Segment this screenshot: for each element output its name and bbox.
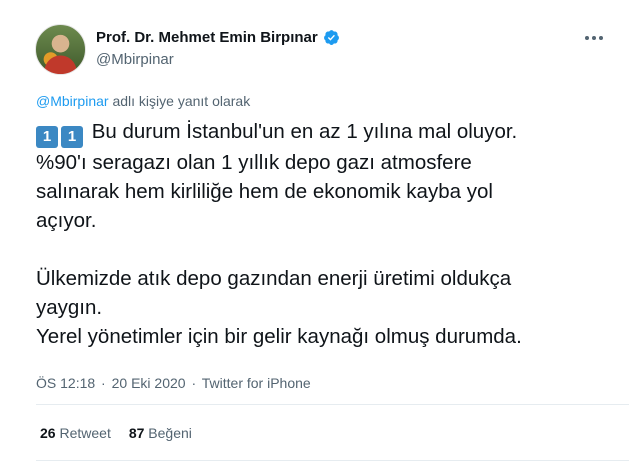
dot bbox=[599, 36, 603, 40]
dot bbox=[592, 36, 596, 40]
tweet-source[interactable]: Twitter for iPhone bbox=[202, 375, 311, 391]
tweet-text: 11 Bu durum İstanbul'un en az 1 yılına m… bbox=[36, 117, 616, 351]
like-count[interactable]: 87 Beğeni bbox=[129, 425, 192, 441]
verified-badge-icon bbox=[323, 30, 339, 45]
tweet-line: %90'ı seragazı olan 1 yıllık depo gazı a… bbox=[36, 151, 472, 174]
like-label: Beğeni bbox=[148, 425, 192, 441]
retweet-label: Retweet bbox=[59, 425, 111, 441]
separator: · bbox=[191, 375, 197, 391]
author-handle[interactable]: @Mbirpinar bbox=[96, 51, 174, 68]
avatar[interactable] bbox=[35, 24, 86, 75]
retweet-number: 26 bbox=[40, 425, 56, 441]
dot bbox=[585, 36, 589, 40]
divider bbox=[36, 460, 629, 461]
keycap-one-icon: 1 bbox=[61, 126, 83, 148]
tweet-line: açıyor. bbox=[36, 209, 97, 232]
reply-context-text: adlı kişiye yanıt olarak bbox=[112, 93, 251, 109]
divider bbox=[36, 404, 629, 405]
reply-context: @Mbirpinar adlı kişiye yanıt olarak bbox=[36, 93, 250, 109]
tweet-line: Ülkemizde atık depo gazından enerji üret… bbox=[36, 267, 512, 290]
retweet-count[interactable]: 26 Retweet bbox=[40, 425, 111, 441]
more-options-icon[interactable] bbox=[582, 28, 606, 48]
tweet-detail: Prof. Dr. Mehmet Emin Birpınar @Mbirpina… bbox=[0, 0, 629, 464]
author-name[interactable]: Prof. Dr. Mehmet Emin Birpınar bbox=[96, 29, 318, 46]
author-name-row[interactable]: Prof. Dr. Mehmet Emin Birpınar bbox=[96, 29, 340, 46]
tweet-line: 11 Bu durum İstanbul'un en az 1 yılına m… bbox=[36, 117, 616, 148]
tweet-line: Yerel yönetimler için bir gelir kaynağı … bbox=[36, 325, 522, 348]
separator: · bbox=[101, 375, 106, 391]
tweet-line: yaygın. bbox=[36, 296, 103, 319]
like-number: 87 bbox=[128, 425, 145, 441]
engagement-stats: 26 Retweet 87 Beğeni bbox=[40, 425, 192, 441]
tweet-date[interactable]: 20 Eki 2020 bbox=[112, 375, 186, 391]
tweet-metadata: ÖS 12:18 · 20 Eki 2020 · Twitter for iPh… bbox=[36, 375, 311, 391]
tweet-line-text: Bu durum İstanbul'un en az 1 yılına mal … bbox=[91, 120, 518, 143]
keycap-one-icon: 1 bbox=[36, 126, 58, 148]
tweet-line: salınarak hem kirliliğe hem de ekonomik … bbox=[36, 180, 493, 203]
reply-mention-link[interactable]: @Mbirpinar bbox=[36, 93, 109, 109]
tweet-time[interactable]: ÖS 12:18 bbox=[36, 375, 95, 391]
